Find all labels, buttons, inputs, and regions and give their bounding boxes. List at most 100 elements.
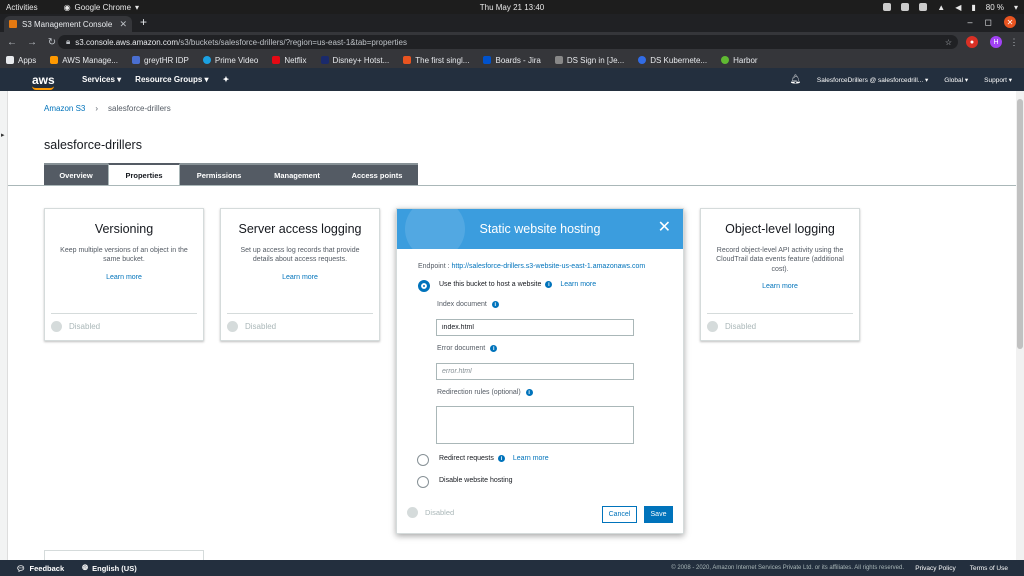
bookmark-item[interactable]: Disney+ Hotst... [320, 56, 389, 65]
bookmark-item[interactable]: DS Kubernete... [638, 56, 707, 65]
back-icon[interactable]: ← [4, 37, 20, 48]
index-document-input[interactable] [436, 319, 634, 336]
page-scrollbar[interactable] [1016, 91, 1024, 560]
prime-video-icon [202, 56, 211, 64]
region-menu[interactable]: Global ▾ [944, 76, 968, 84]
bookmark-item[interactable]: DS Sign in [Je... [554, 56, 624, 65]
tab-title: S3 Management Console [22, 19, 113, 29]
bookmark-item[interactable]: The first singl... [403, 56, 469, 65]
terms-of-use-link[interactable]: Terms of Use [970, 565, 1008, 572]
activities-button[interactable]: Activities [6, 3, 38, 12]
bookmark-item[interactable]: Harbor [721, 56, 758, 65]
learn-more-link[interactable]: Learn more [221, 274, 379, 281]
tray-clipboard-icon[interactable] [901, 3, 910, 11]
window-controls: – ◻ ✕ [968, 16, 1016, 28]
tab-management[interactable]: Management [258, 163, 336, 186]
bookmark-star-icon[interactable]: ☆ [945, 38, 952, 47]
panel-header: Static website hosting ✕ [397, 209, 683, 249]
close-tab-icon[interactable]: ✕ [119, 19, 127, 30]
tabs-divider [8, 185, 1016, 186]
error-document-input[interactable] [436, 363, 634, 380]
globe-icon [405, 209, 465, 249]
status-indicator: Disabled [227, 321, 276, 332]
error-document-label: Error document i [437, 345, 498, 352]
learn-more-link[interactable]: Learn more [45, 274, 203, 281]
endpoint-row: Endpoint : http://salesforce-drillers.s3… [418, 263, 645, 270]
copyright-text: © 2008 - 2020, Amazon Internet Services … [671, 565, 904, 571]
new-tab-button[interactable]: + [140, 15, 147, 29]
chevron-down-icon: ▾ [135, 2, 140, 12]
battery-level: 80 % [985, 2, 1004, 12]
forward-icon[interactable]: → [24, 37, 40, 48]
system-tray[interactable]: ▲ ◀ ▮ 80 % ▾ [883, 3, 1018, 12]
cancel-button[interactable]: Cancel [602, 506, 637, 523]
chevron-down-icon: ▾ [964, 76, 969, 84]
info-icon[interactable]: i [545, 281, 553, 288]
redirection-rules-input[interactable] [436, 406, 634, 444]
chrome-icon: ◉ [63, 2, 71, 12]
save-button[interactable]: Save [644, 506, 673, 523]
profile-avatar[interactable]: H [990, 36, 1002, 48]
clock[interactable]: Thu May 21 13:40 [480, 3, 544, 12]
info-icon[interactable]: i [490, 345, 498, 352]
bookmark-item[interactable]: Boards - Jira [483, 56, 541, 65]
aws-logo[interactable]: aws [32, 73, 62, 90]
learn-more-link[interactable]: Learn more [513, 455, 549, 462]
versioning-card[interactable]: Versioning Keep multiple versions of an … [44, 208, 204, 341]
tray-app-icon[interactable] [883, 3, 892, 11]
app-menu[interactable]: ◉ Google Chrome ▾ [64, 3, 139, 12]
info-icon[interactable]: i [497, 455, 505, 462]
tab-access-points[interactable]: Access points [336, 163, 418, 186]
object-level-logging-card[interactable]: Object-level logging Record object-level… [700, 208, 860, 341]
learn-more-link[interactable]: Learn more [560, 281, 596, 288]
harbor-icon [721, 56, 730, 64]
status-dot-icon [51, 321, 62, 332]
learn-more-link[interactable]: Learn more [701, 283, 859, 290]
sidebar-toggle[interactable]: ▸ [0, 91, 8, 560]
host-website-radio[interactable] [418, 280, 430, 292]
language-selector[interactable]: 🌐︎ English (US) [82, 563, 137, 573]
card-description: Keep multiple versions of an object in t… [60, 247, 188, 264]
feedback-button[interactable]: 💬︎ Feedback [16, 564, 64, 573]
card-divider [51, 313, 197, 314]
bell-icon[interactable]: 🔔︎ [789, 74, 800, 85]
aws-favicon-icon [9, 20, 17, 28]
bookmark-item[interactable]: Prime Video [202, 56, 258, 65]
redirection-rules-label: Redirection rules (optional) i [437, 389, 533, 396]
bookmark-item[interactable]: AWS Manage... [50, 56, 118, 65]
address-bar[interactable]: 🔒︎ s3.console.aws.amazon.com/s3/buckets/… [58, 35, 958, 49]
disable-hosting-radio[interactable] [417, 476, 429, 488]
disable-hosting-option: Disable website hosting [439, 477, 513, 484]
support-menu[interactable]: Support ▾ [984, 76, 1012, 84]
extension-icon[interactable]: ● [966, 36, 978, 48]
index-document-label: Index document i [437, 301, 499, 308]
services-menu[interactable]: Services ▾ [82, 75, 121, 84]
browser-tab[interactable]: S3 Management Console ✕ [4, 16, 132, 32]
info-icon[interactable]: i [525, 389, 533, 396]
pin-icon[interactable]: ✦ [223, 75, 230, 84]
account-menu[interactable]: SalesforceDrillers @ salesforcedrill... … [817, 76, 928, 84]
scrollbar-thumb[interactable] [1017, 99, 1023, 349]
jenkins-icon [554, 56, 563, 64]
close-icon[interactable]: ✕ [658, 219, 671, 237]
tab-permissions[interactable]: Permissions [180, 163, 258, 186]
breadcrumb-amazon-s3[interactable]: Amazon S3 [44, 104, 85, 113]
resource-groups-menu[interactable]: Resource Groups ▾ [135, 75, 208, 84]
redirect-requests-radio[interactable] [417, 454, 429, 466]
info-icon[interactable]: i [491, 301, 499, 308]
tab-properties[interactable]: Properties [108, 163, 180, 186]
volume-icon: ◀ [955, 2, 962, 12]
tab-overview[interactable]: Overview [44, 163, 108, 186]
minimize-icon[interactable]: – [968, 17, 973, 27]
chrome-menu-icon[interactable]: ⋮ [1008, 36, 1020, 48]
endpoint-link[interactable]: http://salesforce-drillers.s3-website-us… [451, 263, 645, 270]
privacy-policy-link[interactable]: Privacy Policy [915, 565, 955, 572]
bookmark-item[interactable]: Apps [6, 56, 36, 65]
maximize-icon[interactable]: ◻ [985, 17, 992, 28]
chevron-down-icon: ▾ [117, 75, 122, 84]
server-access-logging-card[interactable]: Server access logging Set up access log … [220, 208, 380, 341]
bookmark-item[interactable]: greytHR IDP [131, 56, 189, 65]
window-close-icon[interactable]: ✕ [1004, 16, 1016, 28]
bookmark-item[interactable]: Netflix [272, 56, 307, 65]
tray-indicator-icon[interactable] [919, 3, 928, 11]
